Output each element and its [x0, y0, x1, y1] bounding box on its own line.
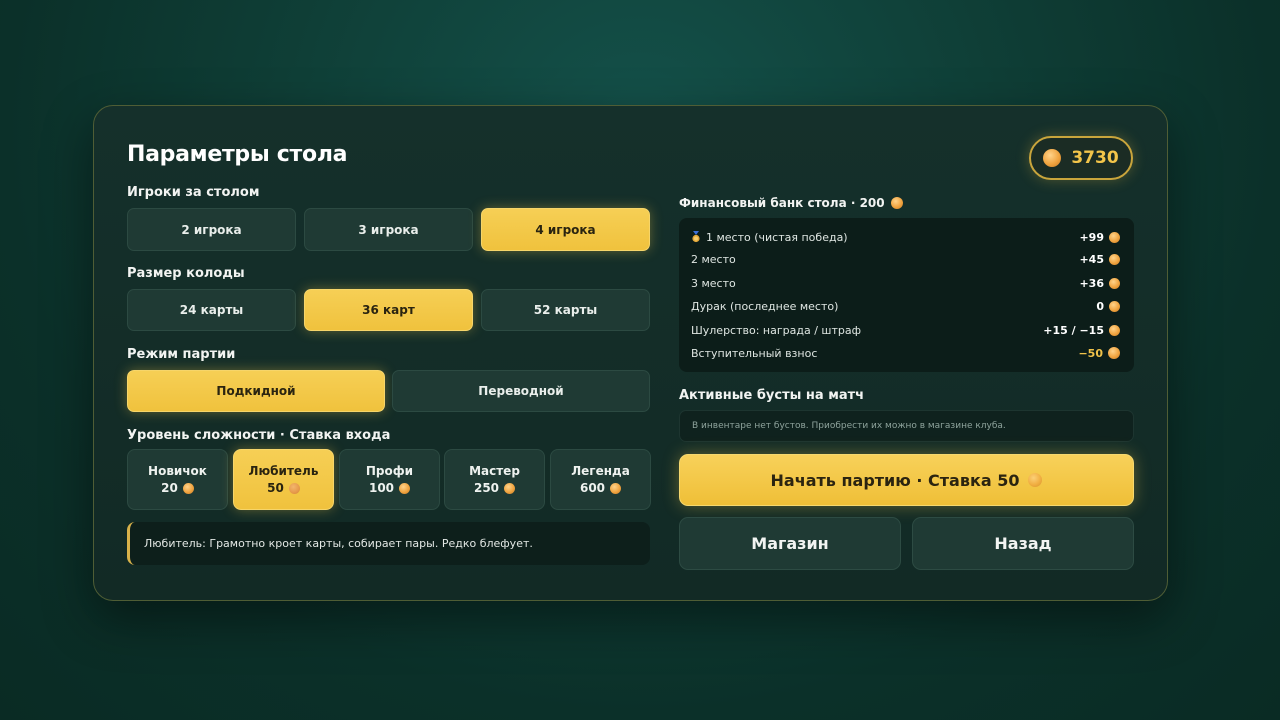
bank-row-label: Шулерство: награда / штраф — [691, 323, 862, 337]
bank-row-amount-value: +36 — [1079, 276, 1104, 290]
coin-icon — [1028, 473, 1043, 487]
coin-icon — [1108, 347, 1120, 359]
difficulty-option-amateur[interactable]: Любитель 50 — [233, 449, 334, 510]
difficulty-cost-value: 600 — [579, 481, 606, 495]
difficulty-name: Новичок — [148, 464, 207, 478]
start-game-label: Начать партию · Ставка 50 — [770, 470, 1020, 490]
coin-icon — [1109, 324, 1120, 336]
difficulty-option-master[interactable]: Мастер 250 — [444, 449, 545, 510]
difficulty-name: Профи — [365, 464, 414, 478]
bank-row-amount: +15 / −15 — [1043, 324, 1120, 337]
bank-row-label: 1 место (чистая победа) — [691, 230, 848, 244]
difficulty-cost-value: 50 — [267, 481, 284, 495]
coin-icon — [288, 482, 300, 494]
difficulty-label: Уровень сложности · Ставка входа — [127, 428, 391, 443]
players-option-4[interactable]: 4 игрока — [481, 208, 650, 251]
bank-row-label: 2 место — [691, 252, 736, 266]
deck-option-24[interactable]: 24 карты — [127, 289, 296, 331]
difficulty-cost: 50 — [267, 481, 300, 495]
start-game-button[interactable]: Начать партию · Ставка 50 — [679, 454, 1134, 506]
mode-option-perevodnoy[interactable]: Переводной — [392, 370, 650, 412]
bank-row-label: Вступительный взнос — [691, 346, 818, 360]
deck-option-36[interactable]: 36 карт — [304, 289, 473, 331]
players-label: Игроки за столом — [127, 185, 260, 200]
bank-row: 3 место +36 — [691, 275, 1120, 291]
bank-row-amount-value: +15 / −15 — [1043, 323, 1104, 337]
coin-icon — [1109, 300, 1120, 312]
players-option-3[interactable]: 3 игрока — [304, 208, 473, 251]
boosts-title: Активные бусты на матч — [679, 388, 865, 403]
coin-icon — [182, 482, 194, 494]
bank-row: Вступительный взнос −50 — [691, 345, 1120, 361]
mode-label: Режим партии — [127, 347, 236, 362]
back-button[interactable]: Назад — [912, 517, 1134, 570]
deck-label: Размер колоды — [127, 266, 245, 281]
players-option-2[interactable]: 2 игрока — [127, 208, 296, 251]
bank-row: Дурак (последнее место) 0 — [691, 298, 1120, 314]
coin-icon — [1109, 231, 1120, 243]
coin-icon — [504, 482, 516, 494]
bank-row: Шулерство: награда / штраф +15 / −15 — [691, 322, 1120, 338]
medal-icon — [692, 230, 700, 242]
difficulty-option-novice[interactable]: Новичок 20 — [127, 449, 228, 510]
difficulty-description: Любитель: Грамотно кроет карты, собирает… — [127, 522, 650, 565]
bank-table: 1 место (чистая победа) +99 2 место +45 … — [679, 218, 1134, 372]
coin-icon — [610, 482, 622, 494]
bank-row: 2 место +45 — [691, 251, 1120, 267]
boosts-empty-message: В инвентаре нет бустов. Приобрести их мо… — [679, 410, 1134, 442]
bank-row-amount: −50 — [1078, 347, 1120, 360]
bank-row-amount: +99 — [1079, 231, 1120, 244]
bank-row-amount-value: 0 — [1096, 299, 1104, 313]
difficulty-name: Легенда — [571, 464, 630, 478]
coin-icon — [399, 482, 411, 494]
coin-icon — [1109, 277, 1120, 289]
mode-option-podkidnoy[interactable]: Подкидной — [127, 370, 385, 412]
difficulty-cost-value: 250 — [473, 481, 500, 495]
bank-row-amount-value: −50 — [1078, 346, 1103, 360]
difficulty-option-legend[interactable]: Легенда 600 — [550, 449, 651, 510]
coin-icon — [1109, 253, 1120, 265]
bank-row-text: 1 место (чистая победа) — [706, 230, 848, 244]
balance-value: 3730 — [1071, 148, 1119, 168]
bank-row-label: Дурак (последнее место) — [691, 299, 839, 313]
difficulty-cost-value: 100 — [368, 481, 395, 495]
deck-option-52[interactable]: 52 карты — [481, 289, 650, 331]
difficulty-cost: 100 — [368, 481, 411, 495]
bank-row-label: 3 место — [691, 276, 736, 290]
difficulty-cost-value: 20 — [161, 481, 178, 495]
bank-row-amount: +45 — [1079, 253, 1120, 266]
bank-row: 1 место (чистая победа) +99 — [691, 229, 1120, 245]
page-title: Параметры стола — [127, 142, 348, 167]
bank-row-amount-value: +99 — [1079, 230, 1104, 244]
difficulty-cost: 250 — [473, 481, 516, 495]
bank-row-amount-value: +45 — [1079, 252, 1104, 266]
coin-icon — [1043, 149, 1062, 167]
coin-icon — [890, 197, 903, 209]
bank-row-amount: 0 — [1096, 300, 1120, 313]
shop-button[interactable]: Магазин — [679, 517, 901, 570]
balance-badge: 3730 — [1029, 136, 1133, 180]
difficulty-option-pro[interactable]: Профи 100 — [339, 449, 440, 510]
difficulty-cost: 20 — [161, 481, 194, 495]
difficulty-cost: 600 — [579, 481, 622, 495]
difficulty-name: Любитель — [248, 464, 319, 478]
bank-title: Финансовый банк стола · 200 — [679, 196, 903, 210]
difficulty-name: Мастер — [469, 464, 520, 478]
bank-title-text: Финансовый банк стола · 200 — [679, 196, 885, 210]
bank-row-amount: +36 — [1079, 277, 1120, 290]
